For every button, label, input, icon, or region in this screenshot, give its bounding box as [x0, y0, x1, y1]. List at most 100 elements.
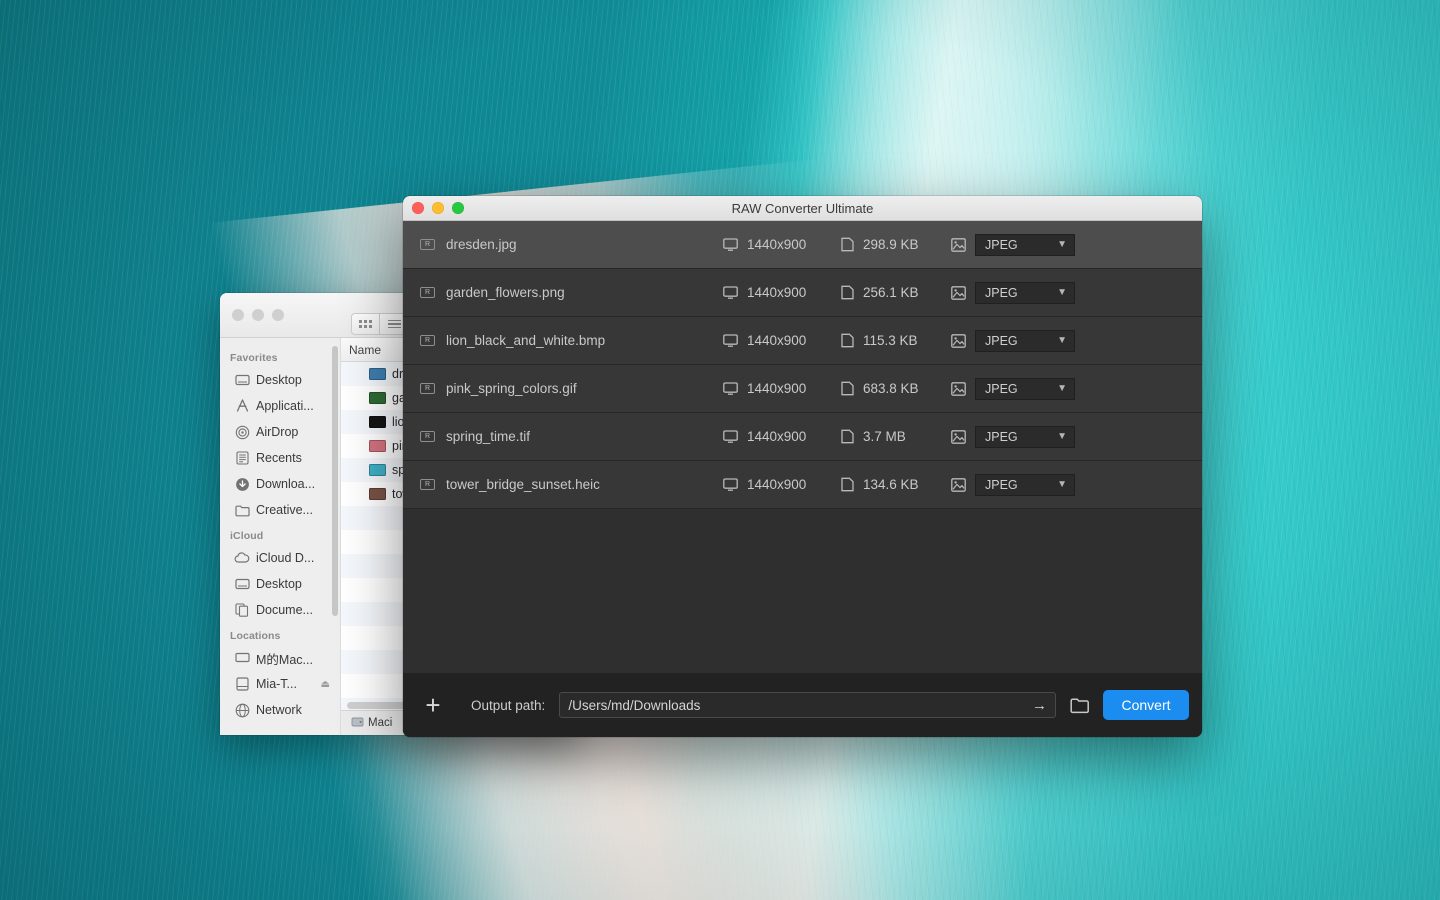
format-cell[interactable]: JPEG ▼ — [951, 282, 1075, 304]
format-value: JPEG — [985, 286, 1018, 300]
format-cell[interactable]: JPEG ▼ — [951, 330, 1075, 352]
hard-drive-icon — [351, 716, 364, 731]
size-cell: 115.3 KB — [841, 333, 951, 348]
format-cell[interactable]: JPEG ▼ — [951, 378, 1075, 400]
convert-button[interactable]: Convert — [1103, 690, 1189, 720]
converter-titlebar[interactable]: RAW Converter Ultimate — [403, 196, 1202, 221]
sidebar-item-icloud-desktop[interactable]: Desktop — [220, 571, 340, 597]
chevron-down-icon: ▼ — [1057, 431, 1067, 442]
sidebar-scrollbar[interactable] — [332, 346, 338, 616]
raw-badge-icon: R — [420, 479, 435, 490]
zoom-button[interactable] — [452, 202, 464, 214]
minimize-button[interactable] — [432, 202, 444, 214]
finder-close-button[interactable] — [232, 309, 244, 321]
sidebar-item-icloud-drive[interactable]: iCloud D... — [220, 545, 340, 571]
window-title: RAW Converter Ultimate — [403, 201, 1202, 216]
output-path-input[interactable]: /Users/md/Downloads → — [559, 692, 1056, 718]
raw-badge-icon: R — [420, 431, 435, 442]
format-select[interactable]: JPEG ▼ — [975, 282, 1075, 304]
format-select[interactable]: JPEG ▼ — [975, 426, 1075, 448]
table-row[interactable]: R spring_time.tif 1440x900 3.7 MB — [403, 413, 1202, 461]
table-row[interactable]: R pink_spring_colors.gif 1440x900 683.8 … — [403, 365, 1202, 413]
raw-converter-window[interactable]: RAW Converter Ultimate R dresden.jpg 144… — [403, 196, 1202, 737]
file-icon — [841, 237, 854, 252]
finder-zoom-button[interactable] — [272, 309, 284, 321]
sidebar-item-label: Desktop — [256, 577, 302, 591]
dimensions-value: 1440x900 — [747, 237, 806, 252]
dimensions-cell: 1440x900 — [723, 477, 841, 492]
format-cell[interactable]: JPEG ▼ — [951, 474, 1075, 496]
size-cell: 298.9 KB — [841, 237, 951, 252]
dimensions-cell: 1440x900 — [723, 237, 841, 252]
format-value: JPEG — [985, 430, 1018, 444]
chevron-down-icon: ▼ — [1057, 383, 1067, 394]
sidebar-item-airdrop[interactable]: AirDrop — [220, 419, 340, 445]
sidebar-item-label: Applicati... — [256, 399, 314, 413]
format-value: JPEG — [985, 382, 1018, 396]
sidebar-item-network[interactable]: Network — [220, 697, 340, 723]
sidebar-item-external-drive[interactable]: Mia-T... ⏏ — [220, 671, 340, 697]
format-select[interactable]: JPEG ▼ — [975, 330, 1075, 352]
sidebar-item-applications[interactable]: Applicati... — [220, 393, 340, 419]
table-row[interactable]: R lion_black_and_white.bmp 1440x900 115.… — [403, 317, 1202, 365]
sidebar-item-recents[interactable]: Recents — [220, 445, 340, 471]
dimensions-cell: 1440x900 — [723, 285, 841, 300]
finder-view-toggle[interactable] — [351, 313, 409, 335]
format-cell[interactable]: JPEG ▼ — [951, 234, 1075, 256]
sidebar-item-label: Desktop — [256, 373, 302, 387]
sidebar-item-documents[interactable]: Docume... — [220, 597, 340, 623]
monitor-icon — [723, 238, 738, 251]
browse-folder-button[interactable] — [1070, 697, 1089, 714]
sidebar-item-mac[interactable]: M的Mac... — [220, 645, 340, 671]
sidebar-item-creative[interactable]: Creative... — [220, 497, 340, 523]
eject-icon[interactable]: ⏏ — [321, 679, 334, 690]
sidebar-item-desktop[interactable]: Desktop — [220, 367, 340, 393]
sidebar-item-label: M的Mac... — [256, 649, 313, 668]
format-select[interactable]: JPEG ▼ — [975, 234, 1075, 256]
format-cell[interactable]: JPEG ▼ — [951, 426, 1075, 448]
dimensions-value: 1440x900 — [747, 333, 806, 348]
dimensions-value: 1440x900 — [747, 429, 806, 444]
desktop-icon — [234, 372, 250, 388]
dimensions-value: 1440x900 — [747, 477, 806, 492]
dimensions-cell: 1440x900 — [723, 429, 841, 444]
format-value: JPEG — [985, 478, 1018, 492]
chevron-down-icon: ▼ — [1057, 479, 1067, 490]
sidebar-item-label: Network — [256, 703, 302, 717]
chevron-down-icon: ▼ — [1057, 287, 1067, 298]
finder-sidebar[interactable]: Favorites Desktop Applicati... — [220, 338, 341, 735]
table-row[interactable]: R tower_bridge_sunset.heic 1440x900 134.… — [403, 461, 1202, 509]
go-arrow-icon[interactable]: → — [1032, 698, 1047, 713]
file-name: spring_time.tif — [446, 429, 530, 444]
table-row[interactable]: R garden_flowers.png 1440x900 256.1 KB — [403, 269, 1202, 317]
file-name-cell: R tower_bridge_sunset.heic — [403, 477, 723, 492]
external-drive-icon — [234, 676, 250, 692]
size-cell: 134.6 KB — [841, 477, 951, 492]
file-name: lion_black_and_white.bmp — [446, 333, 605, 348]
image-format-icon — [951, 478, 966, 492]
add-files-button[interactable]: + — [416, 692, 450, 718]
size-value: 683.8 KB — [863, 381, 919, 396]
format-select[interactable]: JPEG ▼ — [975, 378, 1075, 400]
close-button[interactable] — [412, 202, 424, 214]
file-name: pink_spring_colors.gif — [446, 381, 577, 396]
file-name: garden_flowers.png — [446, 285, 565, 300]
raw-badge-icon: R — [420, 335, 435, 346]
file-icon — [841, 429, 854, 444]
file-name: tower_bridge_sunset.heic — [446, 477, 600, 492]
monitor-icon — [723, 382, 738, 395]
sidebar-item-downloads[interactable]: Downloa... — [220, 471, 340, 497]
finder-minimize-button[interactable] — [252, 309, 264, 321]
file-name-cell: R lion_black_and_white.bmp — [403, 333, 723, 348]
grid-view-icon[interactable] — [351, 313, 380, 335]
size-cell: 3.7 MB — [841, 429, 951, 444]
format-select[interactable]: JPEG ▼ — [975, 474, 1075, 496]
table-row[interactable]: R dresden.jpg 1440x900 298.9 KB — [403, 221, 1202, 269]
file-icon — [841, 381, 854, 396]
downloads-icon — [234, 476, 250, 492]
file-thumbnail — [369, 464, 386, 476]
size-value: 3.7 MB — [863, 429, 906, 444]
image-format-icon — [951, 430, 966, 444]
converter-file-list[interactable]: R dresden.jpg 1440x900 298.9 KB — [403, 221, 1202, 673]
sidebar-item-label: Docume... — [256, 603, 313, 617]
